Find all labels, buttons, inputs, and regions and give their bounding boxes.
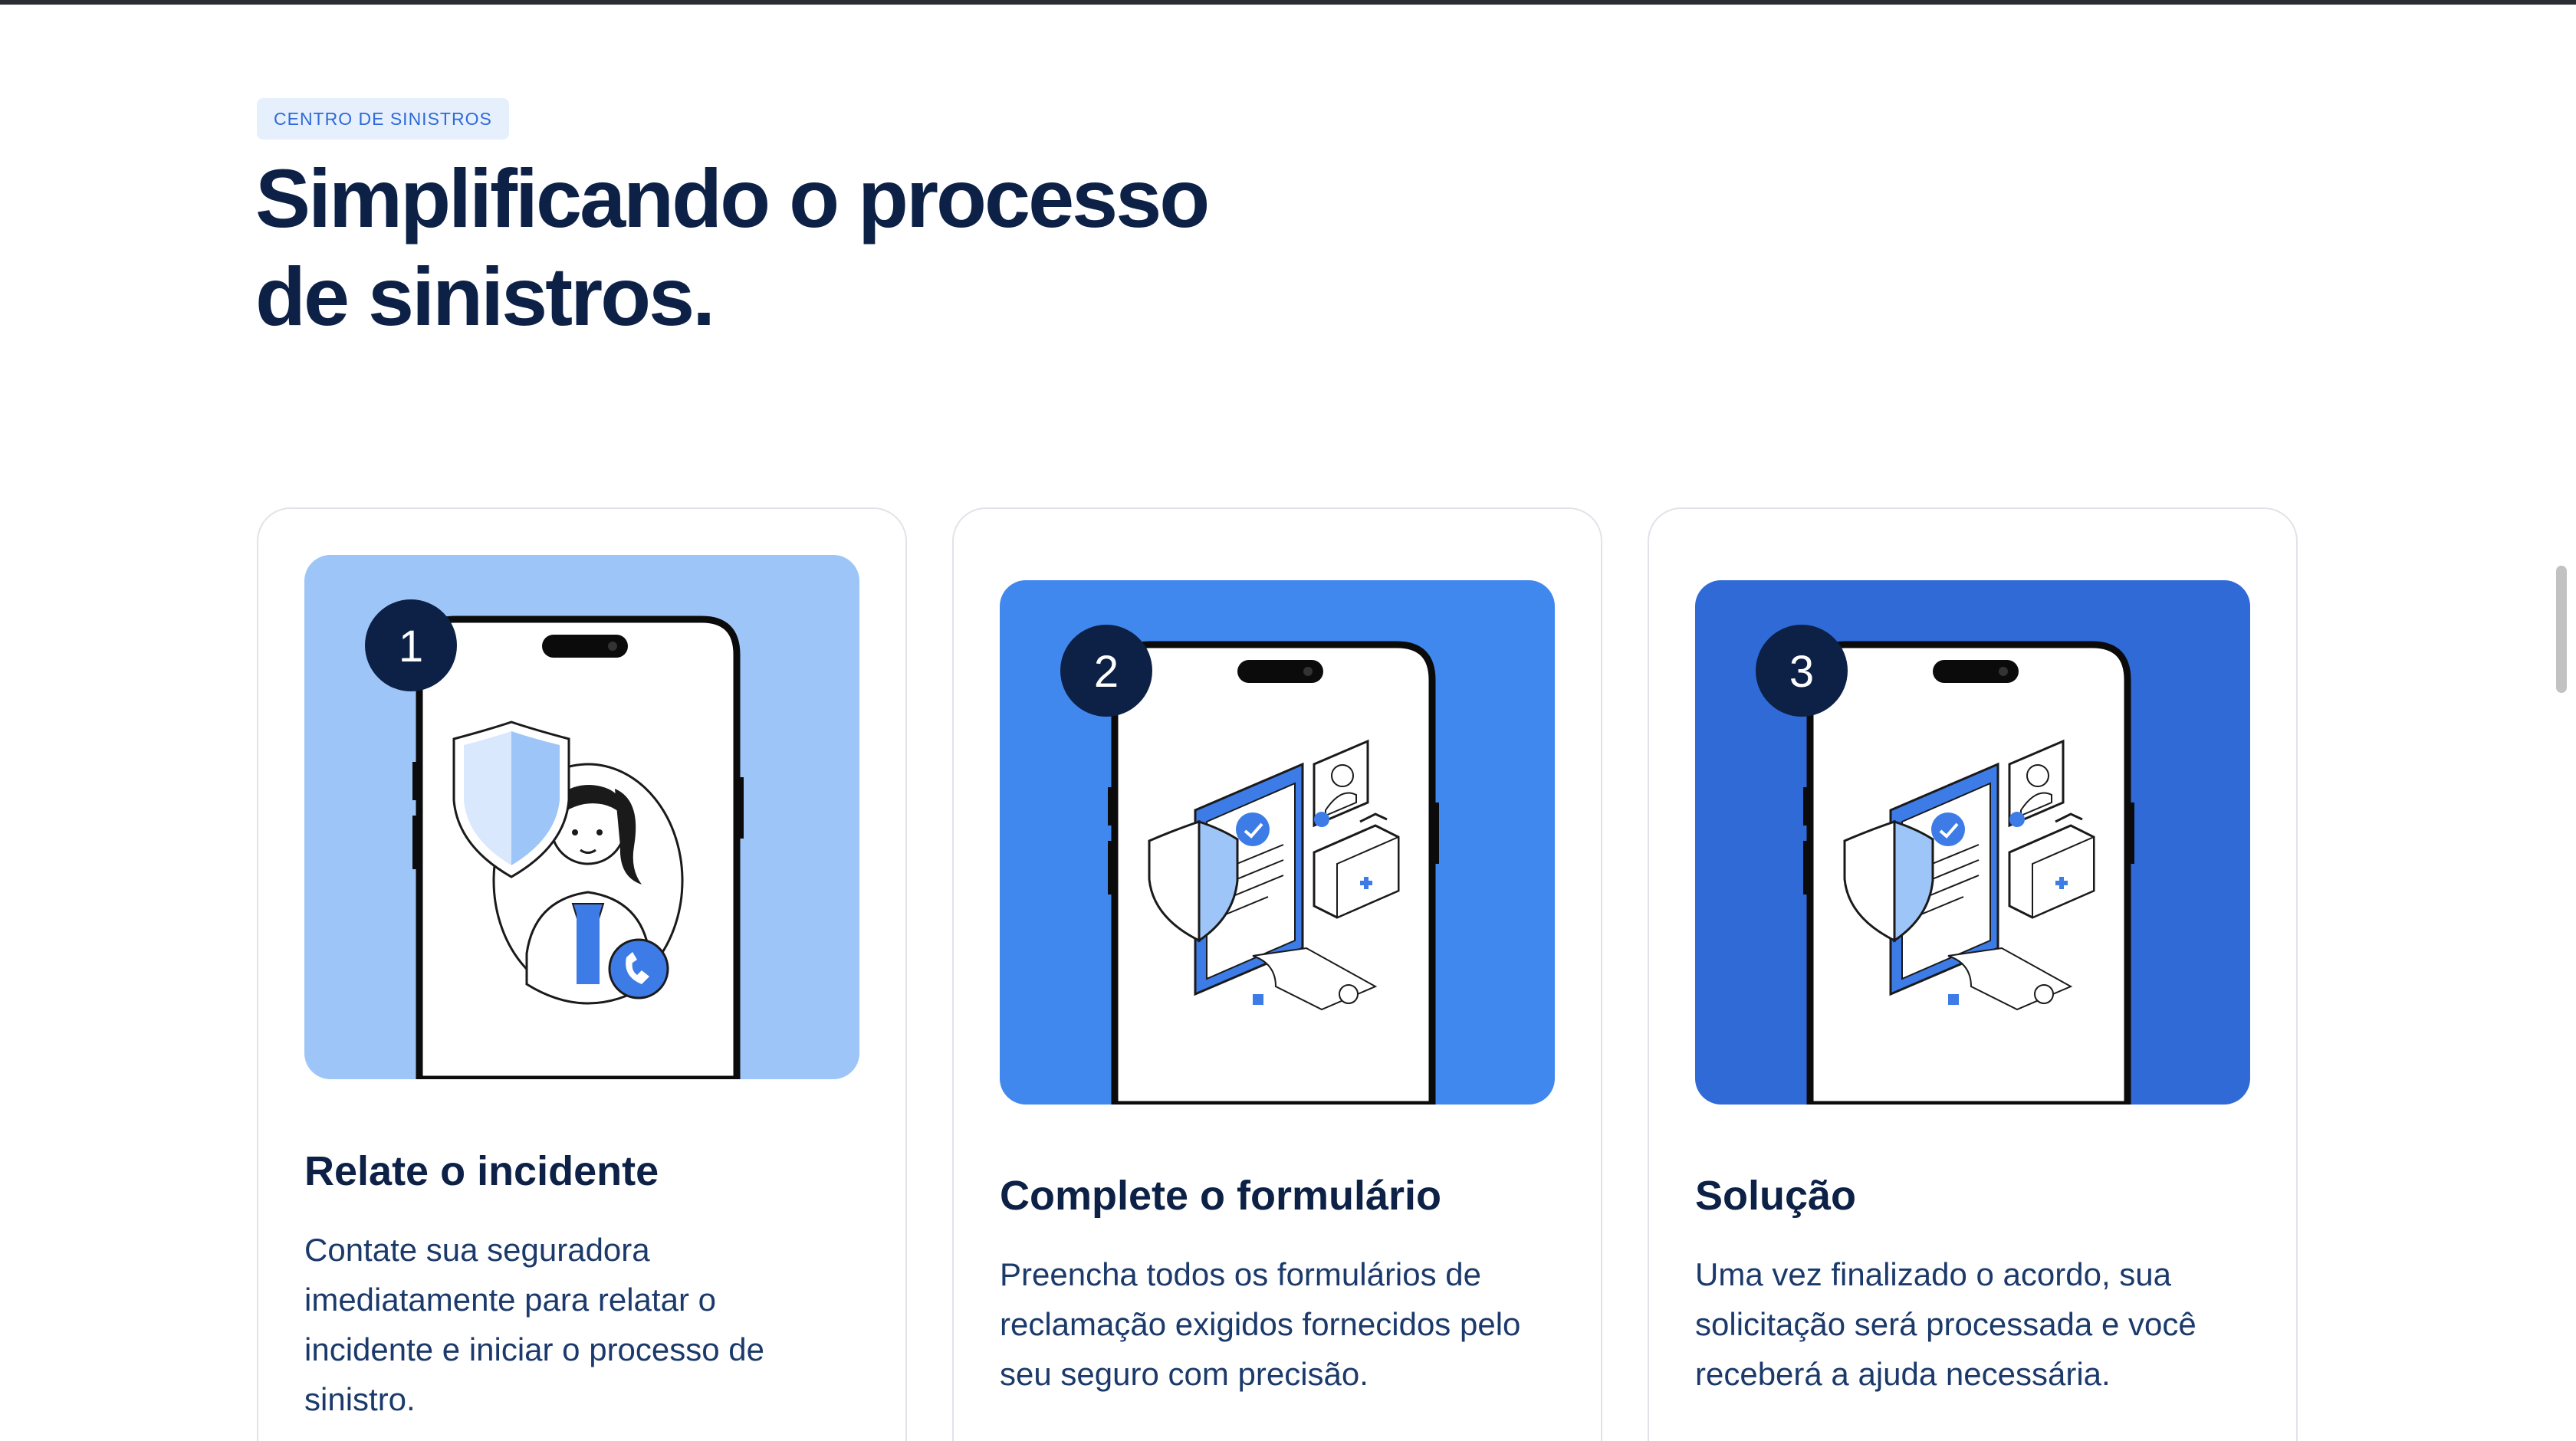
title-line-2: de sinistros. — [255, 250, 715, 343]
title-line-1: Simplificando o processo — [255, 152, 1210, 245]
phone-with-claim-documents-icon: 2 — [1000, 580, 1555, 1105]
page-scrollbar-thumb[interactable] — [2556, 566, 2567, 693]
step-3-illustration: 3 — [1695, 580, 2250, 1105]
step-2-title: Complete o formulário — [1000, 1173, 1442, 1219]
step-1-description: Contate sua seguradora imediatamente par… — [304, 1232, 765, 1417]
step-1-number: 1 — [399, 622, 423, 671]
phone-with-agent-and-shield-icon: 1 — [304, 555, 859, 1079]
step-3-number: 3 — [1789, 647, 1814, 697]
section-eyebrow: CENTRO DE SINISTROS — [257, 98, 509, 140]
step-1-illustration: 1 — [304, 555, 859, 1079]
step-3-description: Uma vez finalizado o acordo, sua solicit… — [1695, 1256, 2196, 1392]
step-3-title: Solução — [1695, 1173, 1857, 1219]
step-2-number: 2 — [1094, 647, 1119, 697]
step-card-2: 2 Complete o formulário Preencha todos o… — [952, 507, 1602, 1441]
step-card-3: 3 Solução Uma vez finalizado o acordo, s… — [1648, 507, 2298, 1441]
page-title: Simplificando o processo de sinistros. — [255, 149, 1329, 346]
step-2-description: Preencha todos os formulários de reclama… — [1000, 1256, 1521, 1392]
step-card-1: 1 Relate o incidente Contate sua segurad… — [257, 507, 907, 1441]
step-1-title: Relate o incidente — [304, 1148, 659, 1194]
browser-top-edge — [0, 0, 2576, 5]
step-2-illustration: 2 — [1000, 580, 1555, 1105]
claims-page: CENTRO DE SINISTROS Simplificando o proc… — [0, 0, 2576, 1441]
phone-with-claim-documents-icon: 3 — [1695, 580, 2250, 1105]
